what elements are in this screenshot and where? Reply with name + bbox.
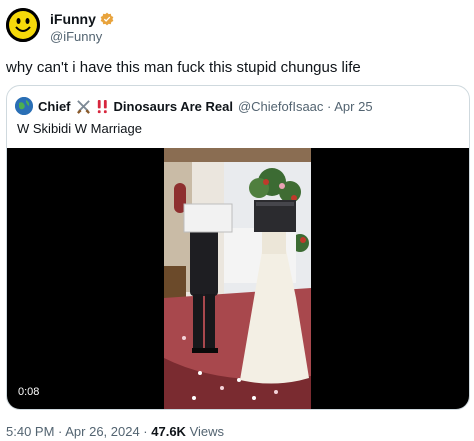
views-label: Views bbox=[185, 424, 225, 439]
globe-avatar-icon bbox=[15, 97, 33, 115]
video-frame bbox=[164, 148, 311, 409]
tweet-header: iFunny @iFunny bbox=[6, 8, 466, 48]
video-duration: 0:08 bbox=[13, 384, 45, 400]
quoted-display-name[interactable]: Chief bbox=[38, 99, 71, 114]
author-display-name[interactable]: iFunny bbox=[50, 11, 96, 27]
double-exclamation-icon bbox=[97, 99, 107, 113]
author-handle[interactable]: @iFunny bbox=[50, 29, 102, 44]
quoted-header: Chief Dinosaurs Are Real @ChiefofIsaac ·… bbox=[15, 97, 373, 115]
tweet-text: why can't i have this man fuck this stup… bbox=[6, 59, 361, 76]
video-player[interactable]: 0:08 bbox=[7, 148, 469, 409]
quoted-handle-date[interactable]: @ChiefofIsaac · Apr 25 bbox=[238, 99, 373, 114]
smiley-face-icon bbox=[6, 8, 40, 42]
tweet-timestamp[interactable]: 5:40 PM · Apr 26, 2024 · bbox=[6, 424, 151, 439]
quoted-text: W Skibidi W Marriage bbox=[17, 121, 142, 136]
author-name-row: iFunny bbox=[50, 11, 114, 27]
views-count: 47.6K bbox=[151, 424, 186, 439]
quoted-tweet-card[interactable]: Chief Dinosaurs Are Real @ChiefofIsaac ·… bbox=[6, 85, 470, 410]
tweet-footer: 5:40 PM · Apr 26, 2024 · 47.6K Views bbox=[6, 424, 224, 439]
verified-badge-icon[interactable] bbox=[100, 12, 114, 26]
crossed-swords-icon bbox=[76, 99, 90, 114]
author-avatar[interactable] bbox=[6, 8, 40, 42]
quoted-avatar[interactable] bbox=[15, 97, 33, 115]
quoted-name-suffix[interactable]: Dinosaurs Are Real bbox=[114, 99, 233, 114]
